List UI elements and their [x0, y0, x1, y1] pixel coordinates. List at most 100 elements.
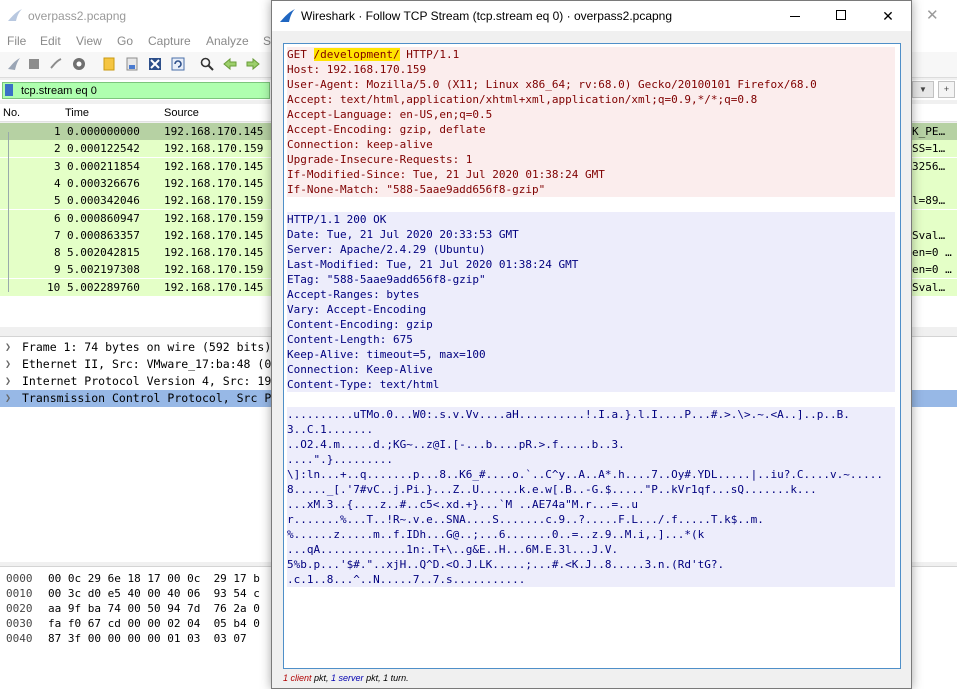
- response-body-line: 8....._[.'7#vC..j.Pi.}...Z..U......k.e.w…: [287, 482, 895, 497]
- capture-options-icon[interactable]: [71, 56, 87, 72]
- hex-bytes: 00 3c d0 e5 40 00 40 06 93 54 c: [48, 587, 260, 600]
- packet-no: 6: [54, 211, 61, 225]
- stream-content-area[interactable]: GET /development/ HTTP/1.1 Host: 192.168…: [283, 43, 901, 669]
- packet-source: 192.168.170.145: [164, 228, 264, 242]
- hex-offset: 0000: [6, 572, 33, 585]
- response-body-line: 3..C.1.......: [287, 422, 895, 437]
- response-body-line: \]:ln...+..q.......p...8..K6_#....o.`..C…: [287, 467, 895, 482]
- response-header-line: Content-Type: text/html: [287, 377, 895, 392]
- response-header-line: Accept-Ranges: bytes: [287, 287, 895, 302]
- maximize-button[interactable]: [818, 1, 864, 31]
- start-capture-icon[interactable]: [6, 56, 22, 72]
- main-close-icon[interactable]: ✕: [926, 6, 942, 24]
- packet-source: 192.168.170.145: [164, 176, 264, 190]
- filter-dropdown-icon[interactable]: ▼: [912, 81, 934, 98]
- expand-arrow-icon[interactable]: ❯: [5, 390, 11, 407]
- hex-bytes: aa 9f ba 74 00 50 94 7d 76 2a 0: [48, 602, 260, 615]
- packet-time: 0.000122542: [67, 142, 140, 156]
- packet-no: 8: [54, 246, 61, 260]
- reload-file-icon[interactable]: [170, 56, 186, 72]
- dialog-titlebar: Wireshark · Follow TCP Stream (tcp.strea…: [272, 1, 911, 31]
- filter-bookmark-icon[interactable]: [5, 84, 13, 96]
- conversation-line: [8, 132, 9, 292]
- dialog-title: Wireshark · Follow TCP Stream (tcp.strea…: [301, 9, 673, 23]
- response-header-line: Content-Encoding: gzip: [287, 317, 895, 332]
- restart-capture-icon[interactable]: [48, 56, 64, 72]
- filter-add-icon[interactable]: +: [938, 81, 955, 98]
- go-back-icon[interactable]: [222, 56, 238, 72]
- minimize-button[interactable]: [772, 1, 818, 31]
- packet-no: 2: [54, 142, 61, 156]
- go-forward-icon[interactable]: [245, 56, 261, 72]
- response-header-line: Date: Tue, 21 Jul 2020 20:33:53 GMT: [287, 227, 895, 242]
- expand-arrow-icon[interactable]: ❯: [5, 339, 11, 356]
- response-body-line: ..O2.4.m.....d.;KG~..z@I.[-...b....pR.>.…: [287, 437, 895, 452]
- column-source[interactable]: Source: [164, 107, 199, 119]
- expand-arrow-icon[interactable]: ❯: [5, 356, 11, 373]
- minimize-icon: [790, 16, 800, 17]
- display-filter-input[interactable]: [2, 82, 270, 99]
- response-header-line: Keep-Alive: timeout=5, max=100: [287, 347, 895, 362]
- highlighted-path: /development/: [313, 48, 400, 61]
- packet-time: 5.002289760: [67, 280, 140, 294]
- packet-time: 5.002197308: [67, 263, 140, 277]
- packet-info: SS=1…: [912, 142, 946, 156]
- packet-no: 4: [54, 176, 61, 190]
- close-file-icon[interactable]: [147, 56, 163, 72]
- stop-capture-icon[interactable]: [26, 56, 42, 72]
- packet-no: 10: [47, 280, 61, 294]
- request-header-line: If-None-Match: "588-5aae9add656f8-gzip": [287, 182, 895, 197]
- menu-go[interactable]: Go: [117, 34, 133, 48]
- wireshark-logo-icon: [8, 9, 22, 21]
- close-icon: ✕: [882, 8, 894, 24]
- menu-view[interactable]: View: [76, 34, 102, 48]
- packet-source: 192.168.170.159: [164, 142, 264, 156]
- open-file-icon[interactable]: [101, 56, 117, 72]
- packet-info: Sval…: [912, 280, 946, 294]
- packet-source: 192.168.170.159: [164, 194, 264, 208]
- hex-offset: 0040: [6, 632, 33, 645]
- hex-offset: 0010: [6, 587, 33, 600]
- packet-time: 0.000211854: [67, 159, 140, 173]
- save-file-icon[interactable]: [124, 56, 140, 72]
- column-no[interactable]: No.: [3, 107, 20, 119]
- menu-analyze[interactable]: Analyze: [206, 34, 249, 48]
- menu-capture[interactable]: Capture: [148, 34, 191, 48]
- request-header-line: Connection: keep-alive: [287, 137, 895, 152]
- packet-info: l=89…: [912, 194, 946, 208]
- hex-offset: 0030: [6, 617, 33, 630]
- response-body-line: 5%b.p...'$#."..xjH..Q^D.<O.J.LK.....;...…: [287, 557, 895, 572]
- response-header-line: HTTP/1.1 200 OK: [287, 212, 895, 227]
- packet-time: 0.000860947: [67, 211, 140, 225]
- menu-statistics[interactable]: S: [263, 34, 271, 48]
- request-header-line: Accept-Language: en-US,en;q=0.5: [287, 107, 895, 122]
- packet-source: 192.168.170.145: [164, 159, 264, 173]
- response-header-line: Content-Length: 675: [287, 332, 895, 347]
- menu-edit[interactable]: Edit: [40, 34, 61, 48]
- packet-info: Sval…: [912, 228, 946, 242]
- find-packet-icon[interactable]: [199, 56, 215, 72]
- response-body-line: ...xM.3..{....z..#..c5<.xd.+}...`M ..AE7…: [287, 497, 895, 512]
- hex-bytes: 00 0c 29 6e 18 17 00 0c 29 17 b: [48, 572, 260, 585]
- packet-info: K_PE…: [912, 125, 946, 138]
- request-header-line: Accept-Encoding: gzip, deflate: [287, 122, 895, 137]
- menu-file[interactable]: File: [7, 34, 26, 48]
- packet-info: en=0 …: [912, 263, 952, 277]
- packet-no: 5: [54, 194, 61, 208]
- hex-offset: 0020: [6, 602, 33, 615]
- packet-info: en=0 …: [912, 246, 952, 260]
- request-headers: Host: 192.168.170.159 User-Agent: Mozilla…: [287, 62, 895, 197]
- expand-arrow-icon[interactable]: ❯: [5, 373, 11, 390]
- packet-source: 192.168.170.159: [164, 211, 264, 225]
- response-headers: HTTP/1.1 200 OK Date: Tue, 21 Jul 2020 20…: [287, 212, 895, 392]
- response-body-line: ....".}.........: [287, 452, 895, 467]
- column-time[interactable]: Time: [65, 107, 89, 119]
- response-body-line: ..........uTMo.0...W0:.s.v.Vv....aH.....…: [287, 407, 895, 422]
- main-window-title: overpass2.pcapng: [28, 9, 127, 23]
- packet-time: 0.000863357: [67, 228, 140, 242]
- close-button[interactable]: ✕: [865, 1, 911, 31]
- packet-info: 3256…: [912, 159, 946, 173]
- request-header-line: Accept: text/html,application/xhtml+xml,…: [287, 92, 895, 107]
